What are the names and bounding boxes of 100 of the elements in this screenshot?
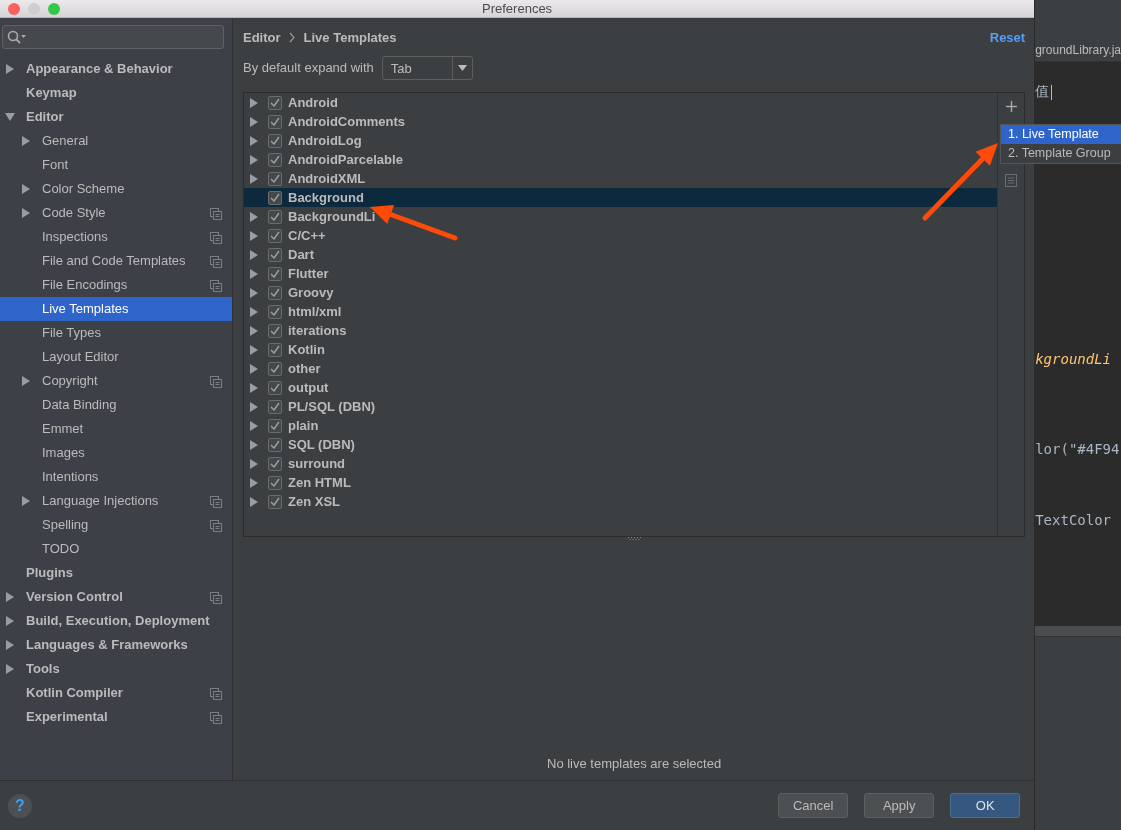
menu-item[interactable]: 1. Live Template: [1001, 125, 1121, 144]
template-group-name: other: [288, 360, 321, 378]
template-group-row[interactable]: C/C++: [244, 226, 998, 245]
template-group-name: BackgroundLi: [288, 208, 376, 226]
search-field[interactable]: [2, 25, 224, 49]
checkbox[interactable]: [268, 285, 282, 300]
template-group-row[interactable]: AndroidXML: [244, 169, 998, 188]
template-group-row[interactable]: Kotlin: [244, 340, 998, 359]
checkbox[interactable]: [268, 437, 282, 452]
sidebar-item[interactable]: File Types: [0, 321, 232, 345]
sidebar-item[interactable]: Languages & Frameworks: [0, 633, 232, 657]
template-group-row[interactable]: Background: [244, 188, 998, 207]
template-group-row[interactable]: iterations: [244, 321, 998, 340]
checkbox[interactable]: [268, 361, 282, 376]
template-group-name: Groovy: [288, 284, 334, 302]
template-group-row[interactable]: other: [244, 359, 998, 378]
template-group-name: iterations: [288, 322, 347, 340]
add-icon: [1005, 101, 1017, 112]
reset-link[interactable]: Reset: [989, 28, 1026, 48]
checkbox[interactable]: [268, 114, 282, 129]
template-group-row[interactable]: AndroidLog: [244, 131, 998, 150]
sidebar-item[interactable]: TODO: [0, 537, 232, 561]
sidebar-item[interactable]: Tools: [0, 657, 232, 681]
close-button[interactable]: [8, 3, 20, 15]
template-group-name: Flutter: [288, 265, 329, 283]
sidebar-item[interactable]: Editor: [0, 105, 232, 129]
checkbox[interactable]: [268, 304, 282, 319]
template-group-row[interactable]: output: [244, 378, 998, 397]
sidebar-item[interactable]: Plugins: [0, 561, 232, 585]
template-group-row[interactable]: AndroidParcelable: [244, 150, 998, 169]
sidebar-item[interactable]: Layout Editor: [0, 345, 232, 369]
template-group-row[interactable]: AndroidComments: [244, 112, 998, 131]
sidebar-item[interactable]: Experimental: [0, 705, 232, 729]
checkbox[interactable]: [268, 456, 282, 471]
checkbox[interactable]: [268, 171, 282, 186]
checkbox[interactable]: [268, 152, 282, 167]
splitter-handle-icon: [627, 537, 641, 540]
sidebar-item[interactable]: Language Injections: [0, 489, 232, 513]
template-group-row[interactable]: Android: [244, 93, 998, 112]
sidebar-item[interactable]: Font: [0, 153, 232, 177]
expand-with-label: By default expand with: [243, 59, 374, 78]
sidebar-item[interactable]: Images: [0, 441, 232, 465]
template-group-row[interactable]: Flutter: [244, 264, 998, 283]
template-group-row[interactable]: SQL (DBN): [244, 435, 998, 454]
checkbox[interactable]: [268, 247, 282, 262]
sidebar-item[interactable]: Appearance & Behavior: [0, 57, 232, 81]
sidebar-item[interactable]: Version Control: [0, 585, 232, 609]
sidebar-item[interactable]: Copyright: [0, 369, 232, 393]
template-group-row[interactable]: Zen XSL: [244, 492, 998, 511]
checkbox[interactable]: [268, 209, 282, 224]
sidebar-item[interactable]: Kotlin Compiler: [0, 681, 232, 705]
sidebar-item[interactable]: Live Templates: [0, 297, 232, 321]
sidebar-item[interactable]: Data Binding: [0, 393, 232, 417]
sidebar-item[interactable]: Build, Execution, Deployment: [0, 609, 232, 633]
sidebar-item[interactable]: General: [0, 129, 232, 153]
checkbox[interactable]: [268, 133, 282, 148]
breadcrumb-item: Live Templates: [303, 29, 397, 47]
dialog-button[interactable]: OK: [950, 793, 1021, 818]
checkbox[interactable]: [268, 342, 282, 357]
template-group-row[interactable]: html/xml: [244, 302, 998, 321]
checkbox[interactable]: [268, 380, 282, 395]
window-title: Preferences: [482, 1, 553, 16]
checkbox[interactable]: [268, 190, 282, 205]
checkbox[interactable]: [268, 475, 282, 490]
search-icon: [7, 30, 26, 44]
template-group-name: PL/SQL (DBN): [288, 398, 376, 416]
sidebar-item[interactable]: Inspections: [0, 225, 232, 249]
scrollbar[interactable]: [1035, 625, 1121, 636]
template-group-row[interactable]: surround: [244, 454, 998, 473]
sidebar-item[interactable]: Color Scheme: [0, 177, 232, 201]
checkbox[interactable]: [268, 418, 282, 433]
editor-tab[interactable]: groundLibrary.ja: [1035, 42, 1121, 57]
template-group-row[interactable]: plain: [244, 416, 998, 435]
sidebar-item[interactable]: Spelling: [0, 513, 232, 537]
sidebar-item[interactable]: Intentions: [0, 465, 232, 489]
template-group-row[interactable]: BackgroundLi: [244, 207, 998, 226]
sidebar-item[interactable]: Emmet: [0, 417, 232, 441]
checkbox[interactable]: [268, 95, 282, 110]
checkbox[interactable]: [268, 399, 282, 414]
checkbox[interactable]: [268, 266, 282, 281]
menu-item[interactable]: 2. Template Group: [1001, 144, 1121, 163]
template-group-row[interactable]: Dart: [244, 245, 998, 264]
dialog-button[interactable]: Apply: [864, 793, 935, 818]
dialog-button[interactable]: Cancel: [778, 793, 849, 818]
expand-key-dropdown[interactable]: Tab: [381, 56, 473, 80]
checkbox[interactable]: [268, 494, 282, 509]
template-group-name: Zen XSL: [288, 493, 340, 511]
sidebar-item[interactable]: File Encodings: [0, 273, 232, 297]
template-group-row[interactable]: PL/SQL (DBN): [244, 397, 998, 416]
sidebar-item[interactable]: File and Code Templates: [0, 249, 232, 273]
template-group-row[interactable]: Zen HTML: [244, 473, 998, 492]
sidebar-item[interactable]: Keymap: [0, 81, 232, 105]
help-button[interactable]: ?: [8, 793, 32, 818]
checkbox[interactable]: [268, 323, 282, 338]
checkbox[interactable]: [268, 228, 282, 243]
template-group-row[interactable]: Groovy: [244, 283, 998, 302]
template-group-name: plain: [288, 417, 319, 435]
template-group-name: Zen HTML: [288, 474, 351, 492]
template-group-name: AndroidLog: [288, 132, 362, 150]
sidebar-item[interactable]: Code Style: [0, 201, 232, 225]
